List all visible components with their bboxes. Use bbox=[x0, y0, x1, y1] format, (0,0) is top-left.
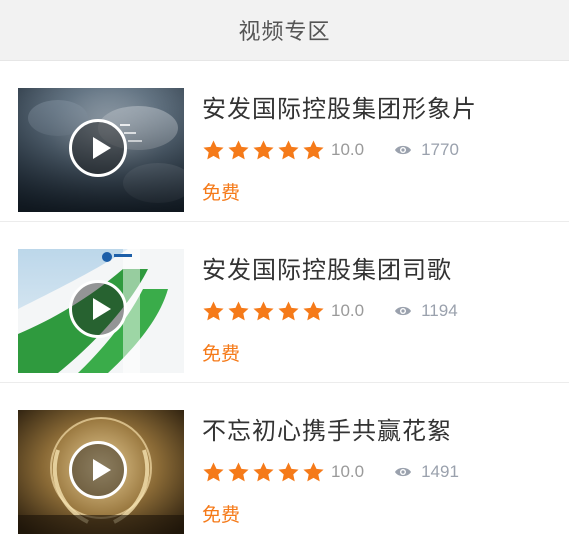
play-icon[interactable] bbox=[69, 119, 127, 177]
star-icon bbox=[303, 461, 324, 481]
video-title[interactable]: 安发国际控股集团形象片 bbox=[202, 89, 477, 124]
rating-score: 10.0 bbox=[331, 462, 365, 481]
star-icon bbox=[253, 461, 274, 481]
star-icon bbox=[203, 139, 224, 159]
view-count-value: 1491 bbox=[421, 462, 459, 481]
star-icon bbox=[278, 300, 299, 320]
price-label: 免费 bbox=[202, 182, 241, 204]
video-title[interactable]: 不忘初心携手共赢花絮 bbox=[202, 411, 452, 446]
star-rating bbox=[202, 139, 327, 162]
rating-score: 10.0 bbox=[331, 301, 365, 320]
video-item[interactable]: 安发国际控股集团司歌 10.0 1194 免费 bbox=[0, 222, 569, 383]
page-title: 视频专区 bbox=[238, 20, 331, 45]
price-label: 免费 bbox=[202, 343, 241, 365]
star-icon bbox=[203, 461, 224, 481]
star-icon bbox=[278, 461, 299, 481]
view-count: 1770 bbox=[394, 140, 459, 160]
play-icon[interactable] bbox=[69, 441, 127, 499]
star-icon bbox=[303, 139, 324, 159]
eye-icon bbox=[395, 306, 412, 316]
video-item[interactable]: 安发国际控股集团形象片 10.0 1770 免费 bbox=[0, 61, 569, 222]
star-rating bbox=[202, 461, 327, 484]
video-thumbnail[interactable] bbox=[18, 88, 184, 212]
star-rating bbox=[202, 300, 327, 323]
star-icon bbox=[253, 139, 274, 159]
video-meta: 10.0 1194 bbox=[202, 298, 458, 324]
eye-icon bbox=[395, 145, 412, 155]
star-icon bbox=[228, 461, 249, 481]
video-title[interactable]: 安发国际控股集团司歌 bbox=[202, 250, 452, 285]
eye-icon bbox=[395, 467, 412, 477]
video-meta: 10.0 1770 bbox=[202, 137, 459, 163]
star-icon bbox=[203, 300, 224, 320]
star-icon bbox=[303, 300, 324, 320]
price-label: 免费 bbox=[202, 504, 241, 526]
star-icon bbox=[278, 139, 299, 159]
video-thumbnail[interactable] bbox=[18, 410, 184, 534]
play-icon[interactable] bbox=[69, 280, 127, 338]
star-icon bbox=[228, 300, 249, 320]
view-count: 1194 bbox=[394, 301, 458, 321]
video-thumbnail[interactable] bbox=[18, 249, 184, 373]
view-count: 1491 bbox=[394, 462, 459, 482]
view-count-value: 1770 bbox=[421, 140, 459, 159]
video-meta: 10.0 1491 bbox=[202, 459, 459, 485]
video-list: 安发国际控股集团形象片 10.0 1770 免费 安发国际控股集团司歌 10.0… bbox=[0, 61, 569, 544]
page-header: 视频专区 bbox=[0, 0, 569, 61]
star-icon bbox=[228, 139, 249, 159]
rating-score: 10.0 bbox=[331, 140, 365, 159]
view-count-value: 1194 bbox=[421, 301, 458, 320]
star-icon bbox=[253, 300, 274, 320]
video-item[interactable]: 不忘初心携手共赢花絮 10.0 1491 免费 bbox=[0, 383, 569, 544]
